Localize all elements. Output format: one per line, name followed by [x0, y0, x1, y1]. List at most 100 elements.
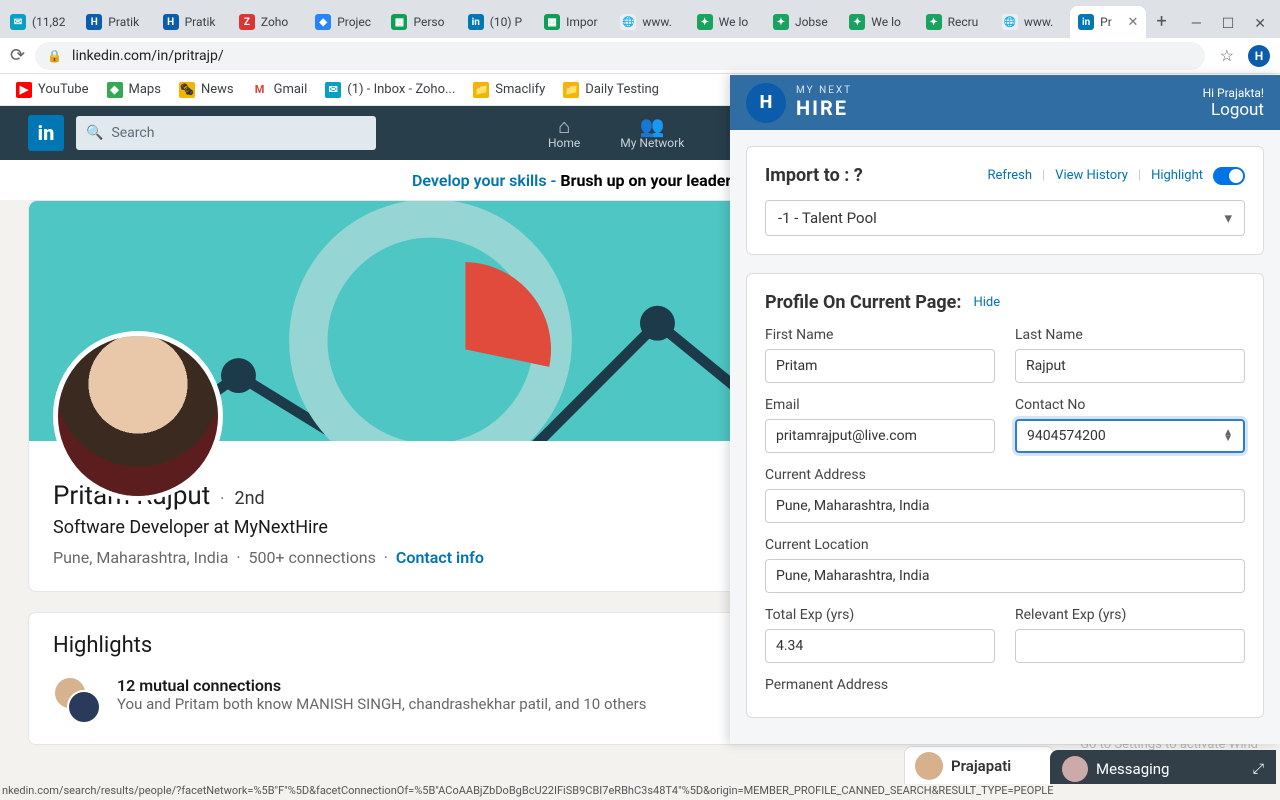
minimize-button[interactable]: — [1191, 16, 1202, 32]
browser-tab[interactable]: ✦ We lo [841, 6, 917, 38]
tab-title: Zoho [261, 15, 288, 29]
favicon-icon: ✦ [849, 14, 865, 30]
profile-section-title: Profile On Current Page: [765, 292, 961, 313]
tab-title: Jobse [795, 15, 828, 29]
view-history-link[interactable]: View History [1055, 168, 1128, 183]
tab-title: Pratik [185, 15, 216, 29]
avatar [1062, 756, 1088, 782]
tab-title: We lo [719, 15, 749, 29]
browser-tab[interactable]: ▦Perso [383, 6, 459, 38]
bookmark-label: YouTube [38, 82, 89, 97]
browser-tab[interactable]: ✦ Jobse [765, 6, 841, 38]
highlight-toggle[interactable] [1213, 167, 1245, 185]
current-address-label: Current Address [765, 467, 1245, 483]
contact-input[interactable]: 9404574200 ▲▼ [1015, 419, 1245, 453]
extension-header: H MY NEXT HIRE Hi Prajakta! Logout [730, 75, 1280, 130]
browser-tab[interactable]: in (10) P [460, 6, 536, 38]
avatar [915, 752, 943, 780]
url-text: linkedin.com/in/pritrajp/ [72, 48, 224, 64]
browser-tab[interactable]: 🌐www. [994, 6, 1070, 38]
total-exp-input[interactable]: 4.34 [765, 629, 995, 663]
omnibox[interactable]: 🔒 linkedin.com/in/pritrajp/ [35, 42, 1205, 70]
tab-title: Pr [1100, 15, 1112, 29]
relevant-exp-input[interactable] [1015, 629, 1245, 663]
linkedin-search[interactable]: 🔍 Search [76, 116, 376, 150]
refresh-link[interactable]: Refresh [988, 168, 1032, 183]
bookmark-item[interactable]: MGmail [252, 82, 308, 98]
network-icon: 👥 [620, 116, 684, 136]
bookmark-icon: ✉ [325, 82, 341, 98]
messaging-overlay[interactable]: Messaging ⤢ [1050, 750, 1276, 788]
search-placeholder: Search [111, 125, 154, 141]
browser-tab[interactable]: ZZoho [231, 6, 307, 38]
bookmark-item[interactable]: 🗞News [179, 82, 234, 98]
tab-title: (10) P [490, 15, 522, 29]
maximize-button[interactable]: ☐ [1222, 16, 1235, 32]
browser-tab[interactable]: HPratik [78, 6, 154, 38]
favicon-icon: in [468, 14, 484, 30]
tab-title: Perso [413, 15, 444, 29]
contact-info-link[interactable]: Contact info [396, 548, 484, 567]
last-name-label: Last Name [1015, 327, 1245, 343]
browser-tab[interactable]: ▦Impor [536, 6, 612, 38]
email-input[interactable]: pritamrajput@live.com [765, 419, 995, 453]
profile-location: Pune, Maharashtra, India [53, 548, 228, 567]
bookmark-item[interactable]: 📁Daily Testing [563, 82, 659, 98]
browser-tab[interactable]: HPratik [155, 6, 231, 38]
degree-separator: · [220, 489, 224, 508]
browser-tab[interactable]: ✦Recru [918, 6, 994, 38]
first-name-label: First Name [765, 327, 995, 343]
expand-icon[interactable]: ⤢ [1253, 761, 1264, 777]
mutual-title: 12 mutual connections [117, 676, 646, 695]
first-name-input[interactable]: Pritam [765, 349, 995, 383]
number-spinner-icon[interactable]: ▲▼ [1223, 430, 1233, 442]
bookmark-item[interactable]: 📁Smaclify [473, 82, 545, 98]
favicon-icon: ◆ [315, 14, 331, 30]
tab-title: www. [642, 15, 672, 29]
promo-link[interactable]: Develop your skills - [412, 171, 556, 190]
favicon-icon: H [86, 14, 102, 30]
bookmark-item[interactable]: ◆ Maps [107, 82, 161, 98]
reload-button[interactable]: ⟳ [10, 45, 25, 66]
profile-avatar[interactable] [53, 331, 223, 501]
talent-pool-select[interactable]: -1 - Talent Pool ▾ [765, 200, 1245, 236]
profile-form-card: Profile On Current Page: Hide First Name… [746, 273, 1264, 718]
extension-logo-icon: H [746, 83, 786, 123]
favicon-icon: ✦ [773, 14, 789, 30]
current-location-input[interactable]: Pune, Maharashtra, India [765, 559, 1245, 593]
bookmark-item[interactable]: ▶YouTube [16, 82, 89, 98]
tab-title: Recru [948, 15, 979, 29]
browser-tab[interactable]: ✉(11,82 [2, 6, 78, 38]
browser-tab[interactable]: ◆Projec [307, 6, 383, 38]
nav-network[interactable]: 👥My Network [620, 116, 684, 150]
browser-tab[interactable]: inPr✕ [1070, 6, 1146, 38]
bookmark-label: Maps [129, 82, 161, 97]
extension-badge[interactable]: H [1248, 45, 1270, 67]
contact-label: Contact No [1015, 397, 1245, 413]
close-tab-icon[interactable]: ✕ [1128, 15, 1139, 30]
browser-tab[interactable]: ✦We lo [689, 6, 765, 38]
bookmark-star-icon[interactable]: ☆ [1220, 46, 1234, 65]
chevron-down-icon: ▾ [1224, 209, 1232, 227]
last-name-input[interactable]: Rajput [1015, 349, 1245, 383]
current-address-input[interactable]: Pune, Maharashtra, India [765, 489, 1245, 523]
bookmark-item[interactable]: ✉ (1) - Inbox - Zoho... [325, 82, 455, 98]
bookmark-label: Daily Testing [585, 82, 659, 97]
tab-title: We lo [871, 15, 901, 29]
status-bar: nkedin.com/search/results/people/?facetN… [0, 784, 1280, 800]
import-card: Import to : ? Refresh| View History| Hig… [746, 146, 1264, 255]
browser-tab[interactable]: 🌐www. [612, 6, 688, 38]
bookmark-label: (1) - Inbox - Zoho... [347, 82, 455, 97]
nav-home[interactable]: ⌂Home [548, 116, 580, 150]
messaging-chat-stub[interactable]: Prajapati [904, 746, 1054, 786]
logout-link[interactable]: Logout [1203, 100, 1264, 120]
connection-count: 500+ connections [248, 548, 375, 567]
mutual-subtitle: You and Pritam both know MANISH SINGH, c… [117, 695, 646, 713]
bookmark-icon: ◆ [107, 82, 123, 98]
bookmark-icon: 🗞 [179, 82, 195, 98]
linkedin-logo[interactable]: in [28, 115, 64, 151]
total-exp-label: Total Exp (yrs) [765, 607, 995, 623]
hide-link[interactable]: Hide [973, 295, 1000, 310]
browser-close-button[interactable]: ✕ [1254, 16, 1266, 32]
new-tab-button[interactable]: + [1147, 11, 1177, 38]
